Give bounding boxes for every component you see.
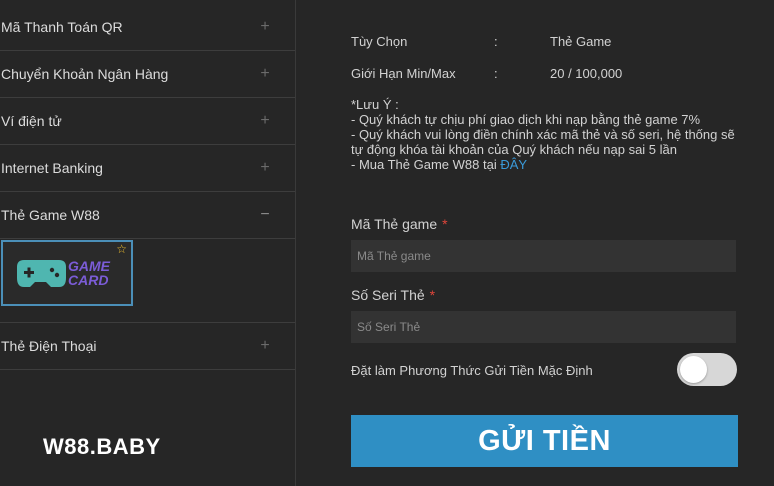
sidebar-item-label: Mã Thanh Toán QR	[1, 19, 123, 35]
sidebar-item-internet-banking[interactable]: Internet Banking +	[0, 145, 295, 192]
limit-separator: :	[494, 66, 498, 81]
plus-icon: +	[260, 337, 270, 354]
sidebar-item-qr-payment[interactable]: Mã Thanh Toán QR +	[0, 0, 295, 51]
sidebar-item-bank-transfer[interactable]: Chuyển Khoản Ngân Hàng +	[0, 51, 295, 98]
brand-watermark: W88.BABY	[43, 434, 161, 459]
required-mark: *	[442, 216, 448, 232]
notes-line: - Quý khách tự chịu phí giao dịch khi nạ…	[351, 112, 701, 127]
notes-line: - Mua Thẻ Game W88 tại ĐÂY	[351, 157, 741, 172]
gamepad-icon	[17, 260, 66, 287]
default-method-label: Đặt làm Phương Thức Gửi Tiền Mặc Định	[351, 363, 593, 378]
sidebar-item-label: Thẻ Điện Thoại	[1, 338, 97, 354]
submit-deposit-button[interactable]: GỬI TIỀN	[351, 415, 738, 467]
required-mark: *	[429, 287, 436, 303]
notes-line: - Quý khách vui lòng điền chính xác mã t…	[351, 127, 735, 157]
sidebar-item-e-wallet[interactable]: Ví điện tử +	[0, 98, 295, 145]
star-icon: ☆	[116, 242, 127, 256]
plus-icon: +	[260, 18, 270, 35]
option-label: Tùy Chọn	[351, 34, 408, 49]
toggle-knob	[680, 356, 707, 383]
option-separator: :	[494, 34, 498, 49]
game-card-option[interactable]: GAME CARD ☆	[1, 240, 133, 306]
card-code-label: Mã Thẻ game *	[351, 216, 448, 232]
sidebar-item-label: Chuyển Khoản Ngân Hàng	[1, 66, 169, 82]
minus-icon: −	[260, 206, 270, 223]
plus-icon: +	[260, 159, 270, 176]
default-method-toggle[interactable]	[677, 353, 737, 386]
sidebar-item-label: Internet Banking	[1, 160, 103, 176]
limit-label: Giới Hạn Min/Max	[351, 66, 456, 81]
option-value: Thẻ Game	[550, 34, 612, 49]
sidebar-item-game-card[interactable]: Thẻ Game W88 −	[0, 192, 295, 239]
card-code-input[interactable]	[351, 240, 736, 272]
notes-block: *Lưu Ý : - Quý khách tự chịu phí giao dị…	[351, 97, 741, 172]
serial-input[interactable]	[351, 311, 736, 343]
sidebar-item-label: Ví điện tử	[1, 113, 62, 129]
plus-icon: +	[260, 112, 270, 129]
payment-method-sidebar: Mã Thanh Toán QR + Chuyển Khoản Ngân Hàn…	[0, 0, 296, 486]
serial-label: Số Seri Thẻ *	[351, 287, 435, 303]
limit-value: 20 / 100,000	[550, 66, 623, 81]
notes-title: *Lưu Ý :	[351, 97, 399, 112]
sidebar-item-label: Thẻ Game W88	[1, 207, 100, 223]
serial-label-text: Số Seri Thẻ	[351, 287, 425, 303]
game-card-options-panel: GAME CARD ☆	[0, 239, 295, 323]
notes-line-prefix: - Mua Thẻ Game W88 tại	[351, 157, 501, 172]
plus-icon: +	[260, 65, 270, 82]
buy-card-link[interactable]: ĐÂY	[500, 157, 527, 172]
game-card-line1: GAME	[68, 258, 110, 274]
card-code-label-text: Mã Thẻ game	[351, 216, 438, 232]
sidebar-item-phone-card[interactable]: Thẻ Điện Thoại +	[0, 323, 295, 370]
game-card-line2: CARD	[68, 272, 109, 288]
